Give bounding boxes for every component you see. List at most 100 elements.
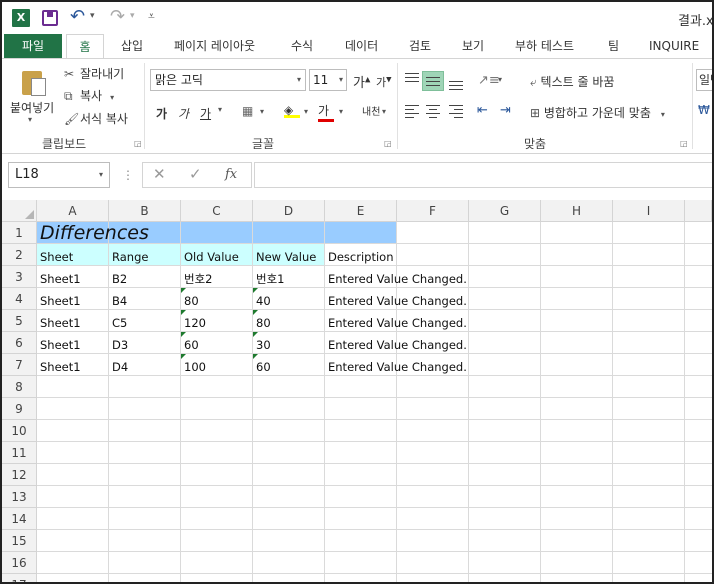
phonetic-dropdown-icon[interactable]: ▾ (382, 107, 386, 116)
cut-button[interactable]: ✂ 잘라내기 (64, 65, 124, 82)
grow-font-button[interactable]: 가▲ (353, 72, 370, 91)
tab-team[interactable]: 팀 (608, 34, 619, 58)
row-header-1[interactable]: 1 (2, 222, 37, 244)
row-header-14[interactable]: 14 (2, 508, 37, 530)
error-indicator-icon[interactable] (253, 332, 258, 337)
shrink-font-button[interactable]: 가▼ (376, 74, 392, 90)
clipboard-launcher-icon[interactable]: ◲ (134, 139, 142, 148)
customize-qat-icon[interactable]: ⩡ (148, 9, 155, 24)
font-launcher-icon[interactable]: ◲ (384, 139, 392, 148)
redo-icon[interactable]: ↷ (110, 6, 125, 27)
copy-button[interactable]: ⧉ 복사 ▾ (64, 87, 114, 104)
cell-e3[interactable]: Entered Value Changed. (325, 266, 467, 288)
enter-icon[interactable]: ✓ (189, 165, 202, 183)
select-all-button[interactable] (2, 200, 37, 222)
fill-color-icon[interactable]: ◈ (284, 103, 300, 118)
row-header-11[interactable]: 11 (2, 442, 37, 464)
row-header-6[interactable]: 6 (2, 332, 37, 354)
error-indicator-icon[interactable] (181, 332, 186, 337)
cell-a5[interactable]: Sheet1 (37, 310, 81, 332)
cell-c3[interactable]: 번호2 (181, 266, 212, 288)
paste-icon[interactable] (22, 67, 48, 97)
font-name-select[interactable]: 맑은 고딕 ▾ (150, 69, 306, 91)
row-header-15[interactable]: 15 (2, 530, 37, 552)
copy-dropdown-icon[interactable]: ▾ (110, 93, 114, 102)
cell-e7[interactable]: Entered Value Changed. (325, 354, 467, 376)
merge-center-button[interactable]: ⊞ 병합하고 가운데 맞춤 ▾ (530, 104, 665, 121)
undo-icon[interactable]: ↶ (70, 6, 85, 27)
tab-file[interactable]: 파일 (4, 34, 62, 58)
currency-icon[interactable]: ₩ (698, 103, 710, 117)
tab-inquire[interactable]: INQUIRE (649, 34, 699, 58)
row-header-7[interactable]: 7 (2, 354, 37, 376)
alignment-launcher-icon[interactable]: ◲ (680, 139, 688, 148)
column-header-i[interactable]: I (613, 200, 685, 222)
column-header-b[interactable]: B (109, 200, 181, 222)
cell-e6[interactable]: Entered Value Changed. (325, 332, 467, 354)
column-header-e[interactable]: E (325, 200, 397, 222)
tab-load-test[interactable]: 부하 테스트 (515, 34, 574, 58)
cell-header-c2[interactable]: Old Value (181, 244, 239, 266)
border-icon[interactable]: ▦ (242, 104, 253, 118)
undo-dropdown-icon[interactable]: ▾ (90, 11, 95, 21)
cell-a6[interactable]: Sheet1 (37, 332, 81, 354)
column-header-a[interactable]: A (37, 200, 109, 222)
tab-view[interactable]: 보기 (462, 34, 484, 58)
paste-button[interactable]: 붙여넣기 (10, 99, 54, 116)
cell-b4[interactable]: B4 (109, 288, 127, 310)
paste-dropdown-icon[interactable]: ▾ (28, 115, 32, 124)
row-header-3[interactable]: 3 (2, 266, 37, 288)
wrap-text-button[interactable]: ⤶ 텍스트 줄 바꿈 (530, 73, 614, 90)
cell-e4[interactable]: Entered Value Changed. (325, 288, 467, 310)
cell-b3[interactable]: B2 (109, 266, 127, 288)
cell-e5[interactable]: Entered Value Changed. (325, 310, 467, 332)
column-header-h[interactable]: H (541, 200, 613, 222)
phonetic-button[interactable]: 내천 (362, 103, 380, 118)
row-header-12[interactable]: 12 (2, 464, 37, 486)
error-indicator-icon[interactable] (253, 354, 258, 359)
column-header-c[interactable]: C (181, 200, 253, 222)
bold-button[interactable]: 가 (156, 105, 167, 122)
row-header-4[interactable]: 4 (2, 288, 37, 310)
row-header-9[interactable]: 9 (2, 398, 37, 420)
column-header-g[interactable]: G (469, 200, 541, 222)
save-icon[interactable] (42, 10, 58, 26)
cancel-icon[interactable]: ✕ (153, 165, 166, 183)
cell-a3[interactable]: Sheet1 (37, 266, 81, 288)
tab-page-layout[interactable]: 페이지 레이아웃 (174, 34, 255, 58)
font-color-dropdown-icon[interactable]: ▾ (339, 107, 343, 116)
row-header-16[interactable]: 16 (2, 552, 37, 574)
row-header-10[interactable]: 10 (2, 420, 37, 442)
cell-a4[interactable]: Sheet1 (37, 288, 81, 310)
cell-header-d2[interactable]: New Value (253, 244, 316, 266)
formula-input[interactable] (254, 162, 712, 188)
name-box[interactable]: L18 ▾ (8, 162, 110, 188)
cell-header-b2[interactable]: Range (109, 244, 148, 266)
error-indicator-icon[interactable] (253, 288, 258, 293)
error-indicator-icon[interactable] (181, 288, 186, 293)
fill-color-dropdown-icon[interactable]: ▾ (304, 107, 308, 116)
tab-home[interactable]: 홈 (66, 34, 104, 59)
error-indicator-icon[interactable] (181, 354, 186, 359)
underline-dropdown-icon[interactable]: ▾ (218, 105, 222, 114)
tab-data[interactable]: 데이터 (345, 34, 378, 58)
insert-function-icon[interactable]: fx (225, 167, 237, 182)
format-painter-button[interactable]: 🖌서식 복사 (64, 110, 128, 127)
row-header-17[interactable]: 17 (2, 574, 37, 582)
redo-dropdown-icon[interactable]: ▾ (130, 11, 135, 21)
cell-d3[interactable]: 번호1 (253, 266, 284, 288)
cell-b5[interactable]: C5 (109, 310, 127, 332)
font-size-select[interactable]: 11 ▾ (309, 69, 347, 91)
number-format-select[interactable]: 일반 (696, 69, 712, 91)
tab-formulas[interactable]: 수식 (291, 34, 313, 58)
underline-button[interactable]: 가 (200, 105, 211, 122)
error-indicator-icon[interactable] (181, 310, 186, 315)
row-header-5[interactable]: 5 (2, 310, 37, 332)
font-color-button[interactable]: 가 (318, 102, 334, 122)
tab-insert[interactable]: 삽입 (121, 34, 143, 58)
increase-indent-icon[interactable]: ⇥ (500, 103, 511, 118)
merge-dropdown-icon[interactable]: ▾ (661, 110, 665, 119)
tab-review[interactable]: 검토 (409, 34, 431, 58)
row-header-13[interactable]: 13 (2, 486, 37, 508)
orientation-dropdown-icon[interactable]: ▾ (498, 75, 502, 84)
